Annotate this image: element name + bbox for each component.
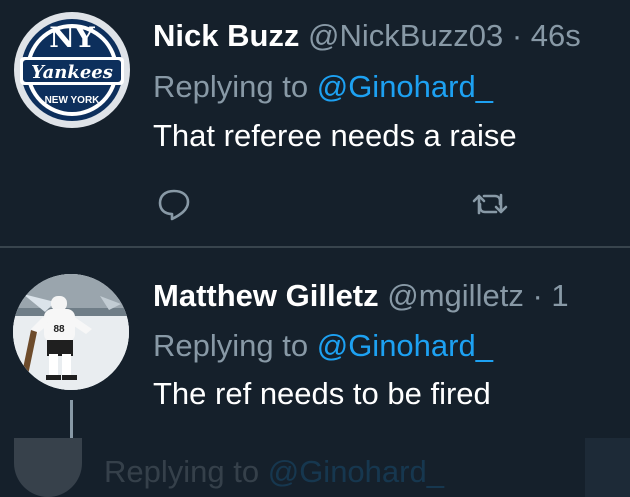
right-edge-panel bbox=[585, 438, 630, 497]
jersey-number: 88 bbox=[53, 324, 65, 335]
retweet-icon[interactable] bbox=[472, 186, 508, 222]
tweet-matthew-gilletz[interactable]: 88 Matthew Gilletz @mgilletz · 1 Replyin… bbox=[0, 248, 630, 438]
avatar-text-top: NY bbox=[49, 21, 96, 54]
hockey-player-photo-icon: 88 bbox=[13, 274, 129, 390]
faded-replying-to-label: Replying to bbox=[104, 454, 260, 489]
replying-to-label: Replying to bbox=[153, 69, 309, 104]
tweet-header: Nick Buzz @NickBuzz03 · 46s bbox=[153, 18, 581, 54]
mention-link[interactable]: @Ginohard_ bbox=[317, 328, 493, 363]
handle[interactable]: @NickBuzz03 bbox=[308, 18, 503, 53]
replying-to: Replying to @Ginohard_ bbox=[153, 69, 493, 105]
reply-icon[interactable] bbox=[156, 186, 192, 222]
replying-to: Replying to @Ginohard_ bbox=[153, 328, 493, 364]
faded-avatar bbox=[14, 438, 82, 497]
tweet-text: The ref needs to be fired bbox=[153, 376, 491, 411]
thread-connector-line bbox=[70, 400, 73, 438]
tweet-text: That referee needs a raise bbox=[153, 118, 517, 153]
handle[interactable]: @mgilletz bbox=[387, 278, 524, 313]
display-name[interactable]: Nick Buzz bbox=[153, 18, 299, 53]
faded-tweet: Replying to @Ginohard_ bbox=[0, 438, 630, 497]
faded-replying-to: Replying to @Ginohard_ bbox=[104, 454, 444, 490]
twitter-reply-thread: NY Yankees NEW YORK Nick Buzz @NickBuzz0… bbox=[0, 0, 630, 497]
mention-link[interactable]: @Ginohard_ bbox=[317, 69, 493, 104]
replying-to-label: Replying to bbox=[153, 328, 309, 363]
avatar[interactable]: NY Yankees NEW YORK bbox=[14, 12, 130, 128]
tweet-header: Matthew Gilletz @mgilletz · 1 bbox=[153, 278, 569, 314]
tweet-nick-buzz[interactable]: NY Yankees NEW YORK Nick Buzz @NickBuzz0… bbox=[0, 0, 630, 246]
display-name[interactable]: Matthew Gilletz bbox=[153, 278, 379, 313]
avatar-text-bottom: NEW YORK bbox=[45, 95, 101, 106]
timestamp[interactable]: 46s bbox=[531, 18, 581, 53]
separator: · bbox=[532, 278, 543, 313]
avatar[interactable]: 88 bbox=[13, 274, 129, 390]
avatar-text-middle: Yankees bbox=[31, 62, 113, 83]
timestamp[interactable]: 1 bbox=[551, 278, 568, 313]
yankees-logo-icon: NY Yankees NEW YORK bbox=[16, 14, 128, 126]
faded-mention-link: @Ginohard_ bbox=[267, 454, 444, 489]
separator: · bbox=[511, 18, 523, 53]
